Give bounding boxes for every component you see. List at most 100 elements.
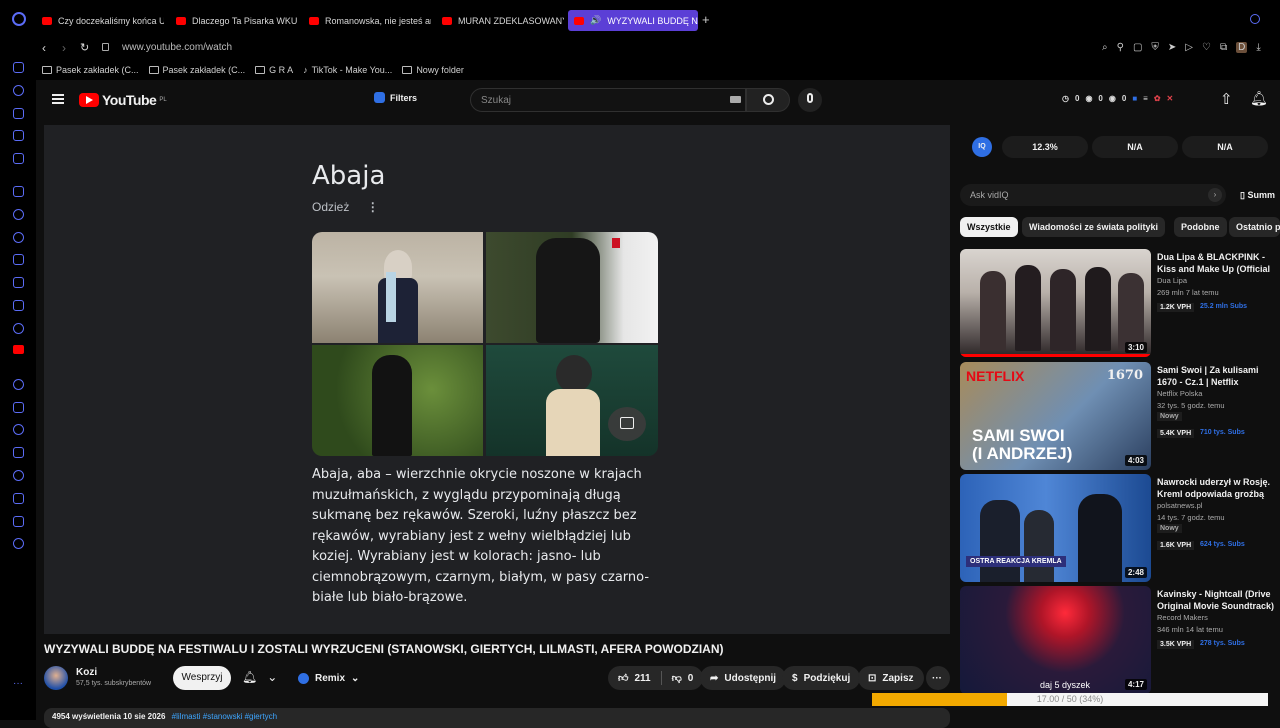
card-photo[interactable] [312,232,483,343]
youtube-logo[interactable]: YouTube PL [79,92,167,108]
video-player[interactable]: Abaja Odzież ⋮ Abaja, aba – wierzchnie o… [44,125,950,634]
voice-search-icon[interactable] [798,88,822,112]
card-photo[interactable] [486,232,658,343]
download-icon[interactable]: ⤓ [1256,42,1260,53]
ask-vidiq-input[interactable]: Ask vidIQ › [960,184,1226,206]
description-box[interactable]: 4954 wyświetlenia 10 sie 2026 #lilmasti … [44,708,950,728]
bot-icon[interactable] [13,108,24,119]
upload-icon[interactable]: ⇧ [1220,90,1233,108]
url-field[interactable]: www.youtube.com/watch [122,42,232,53]
recommendation-title[interactable]: Dua Lipa & BLACKPINK - Kiss and Make Up … [1157,251,1280,275]
share-button[interactable]: ➦ Udostępnij [700,666,787,690]
search-input[interactable]: Szukaj [470,88,746,112]
play-icon[interactable]: ▷ [1185,42,1193,53]
pin-icon[interactable]: ⚲ [1117,42,1124,53]
downloads-icon[interactable] [13,493,24,504]
search-button[interactable] [746,88,790,112]
video-thumbnail[interactable]: 3:10 [960,249,1151,357]
puzzle-icon[interactable]: ✿ [1154,94,1161,103]
play-rail-icon[interactable] [13,402,24,413]
bookmark-folder[interactable]: Pasek zakładek (C... [42,65,139,75]
browser-tab[interactable]: Dlaczego Ta Pisarka WKUR... [170,10,298,31]
like-button[interactable]: 👍︎ 211 👎︎ 0 [608,666,704,690]
list-icon[interactable]: ≡ [1143,94,1148,103]
recommendation-item[interactable]: daj 5 dyszek 4:17 Kavinsky - Nightcall (… [960,586,1280,694]
send-arrow-icon[interactable]: › [1208,188,1222,202]
profile-icon[interactable]: D [1236,42,1248,53]
forward-icon[interactable]: › [62,41,66,55]
remix-button[interactable]: Remix ⌄ [288,666,369,690]
chip-all[interactable]: Wszystkie [960,217,1018,237]
music-icon[interactable] [13,379,24,390]
recommendation-title[interactable]: Sami Swoi | Za kulisami 1670 - Cz.1 | Ne… [1157,364,1280,388]
recommendation-title[interactable]: Kavinsky - Nightcall (Drive Original Mov… [1157,588,1280,612]
thanks-button[interactable]: $ Podziękuj [782,666,861,690]
save-button[interactable]: ⊡ Zapisz [858,666,924,690]
more-icon[interactable]: ··· [13,678,23,689]
video-thumbnail[interactable]: daj 5 dyszek 4:17 [960,586,1151,694]
zoom-icon[interactable]: ⌕ [1102,42,1108,53]
bell-off-icon[interactable]: ✕ [1167,94,1174,103]
chip-similar[interactable]: Podobne [1174,217,1227,237]
more-actions-button[interactable]: ··· [926,666,950,690]
card-photo[interactable] [312,345,483,456]
chip-recent[interactable]: Ostatnio przesła [1229,217,1280,237]
back-icon[interactable]: ‹ [42,41,46,55]
m-app-icon[interactable] [13,153,24,164]
recommendation-channel[interactable]: Record Makers [1157,613,1208,622]
channel-name[interactable]: Kozi [76,667,97,678]
settings-icon[interactable] [13,538,24,549]
messenger-icon[interactable] [13,232,24,243]
chip-politics[interactable]: Wiadomości ze świata polityki [1022,217,1165,237]
x-icon[interactable] [13,300,24,311]
menu-icon[interactable] [52,94,64,104]
discord-icon[interactable] [13,254,24,265]
browser-tab[interactable]: MURAN ZDEKLASOWANY... [436,10,564,31]
send-icon[interactable]: ➤ [1168,42,1176,53]
heart-icon[interactable]: ♡ [1202,42,1211,53]
video-thumbnail[interactable]: NETFLIX 1670 SAMI SWOI (I ANDRZEJ) 4:03 [960,362,1151,470]
bookmark-folder[interactable]: Nowy folder [402,65,464,75]
vidiq-stat[interactable]: N/A [1092,136,1178,158]
shield-icon[interactable]: ⛨ [1151,42,1159,53]
sync-icon[interactable] [13,85,24,96]
notifications-icon[interactable]: 🔔︎ [1250,90,1268,107]
browser-logo-icon[interactable] [12,12,26,26]
history-icon[interactable] [13,470,24,481]
browser-tab[interactable]: Romanowska, nie jesteś ani... [303,10,431,31]
video-thumbnail[interactable]: OSTRA REAKCJA KREMLA 2:48 [960,474,1151,582]
keyboard-icon[interactable] [730,96,741,103]
notes-icon[interactable] [13,130,24,141]
browser-tab-active[interactable]: 🔊 WYZYWALI BUDDĘ NA... [568,10,698,31]
twitch-icon[interactable] [13,186,24,197]
telegram-icon[interactable] [13,323,24,334]
heart-rail-icon[interactable] [13,424,24,435]
vidiq-score[interactable]: 12.3% [1002,136,1088,158]
recommendation-channel[interactable]: polsatnews.pl [1157,501,1202,510]
instagram-icon[interactable] [13,277,24,288]
recommendation-channel[interactable]: Dua Lipa [1157,276,1187,285]
recommendation-title[interactable]: Nawrocki uderzył w Rosję. Kreml odpowiad… [1157,476,1280,500]
support-button[interactable]: Wesprzyj [173,666,231,690]
tabs-rail-icon[interactable] [13,447,24,458]
card-photo[interactable] [486,345,658,456]
browser-tab[interactable]: Czy doczekaliśmy końca U... [36,10,164,31]
mail-icon[interactable] [13,62,24,73]
bell-dropdown[interactable]: 🔔︎ ⌄ [242,670,277,684]
search-tabs-icon[interactable] [1250,14,1260,24]
screenshot-icon[interactable]: ▢ [1133,42,1142,53]
recommendation-channel[interactable]: Netflix Polska [1157,389,1202,398]
image-search-icon[interactable] [608,407,646,441]
vidiq-panel-icon[interactable]: IQ [972,137,992,157]
new-tab-icon[interactable]: + [702,12,710,27]
filters-button[interactable]: Filters [374,92,417,103]
recommendation-item[interactable]: OSTRA REAKCJA KREMLA 2:48 Nawrocki uderz… [960,474,1280,582]
summary-button[interactable]: ▯ Summ [1240,190,1275,201]
recommendation-item[interactable]: 3:10 Dua Lipa & BLACKPINK - Kiss and Mak… [960,249,1280,357]
thumbs-down-icon[interactable]: 👎︎ [672,672,682,684]
percent-icon[interactable] [13,209,24,220]
vidiq-stat[interactable]: N/A [1182,136,1268,158]
youtube-rail-icon[interactable] [13,345,24,354]
bookmark-folder[interactable]: G R A [255,65,293,75]
extensions-icon[interactable]: ⧉ [1220,42,1227,53]
